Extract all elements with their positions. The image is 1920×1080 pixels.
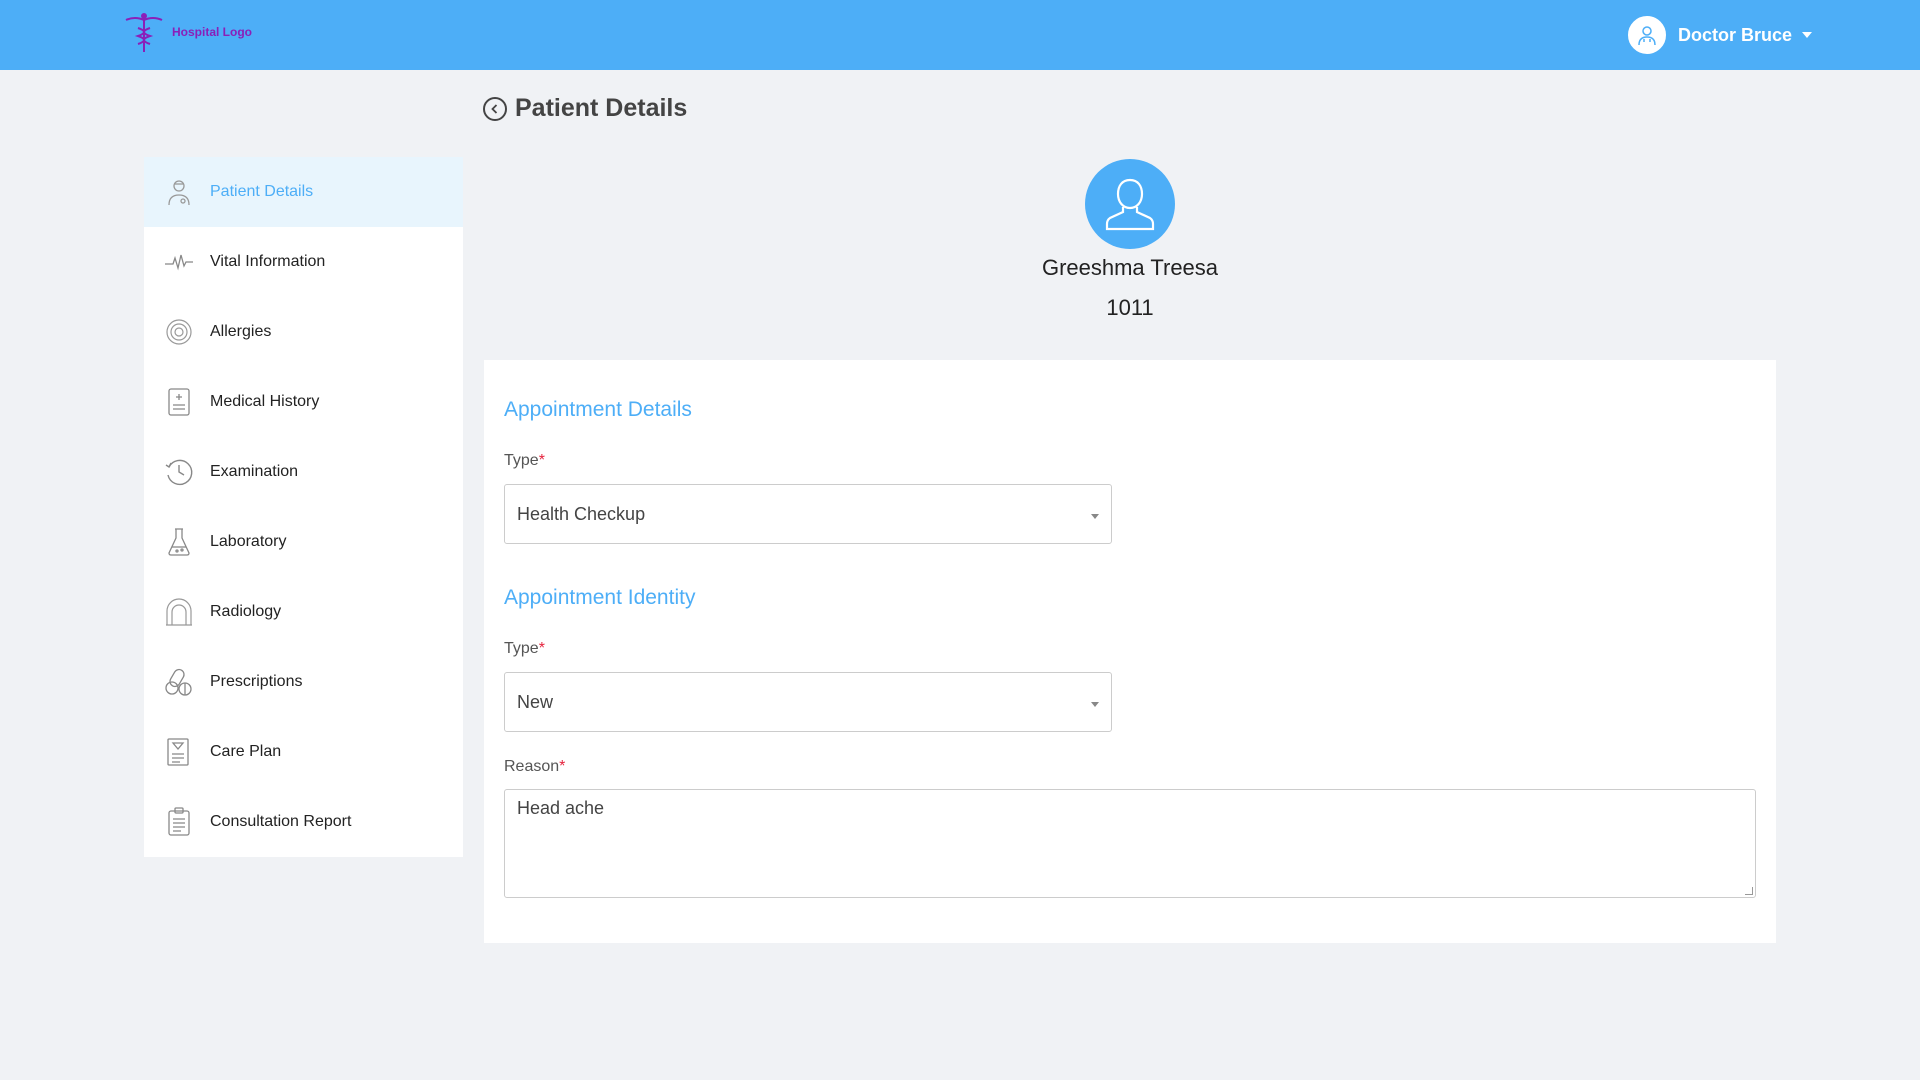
- hospital-logo[interactable]: Hospital Logo: [122, 10, 252, 54]
- chevron-down-icon: [1802, 32, 1813, 38]
- back-button[interactable]: [483, 96, 507, 121]
- sidebar-item-label: Allergies: [210, 323, 272, 340]
- required-marker: *: [538, 640, 545, 657]
- sidebar-item-prescriptions[interactable]: Prescriptions: [144, 647, 463, 717]
- sidebar-item-radiology[interactable]: Radiology: [144, 577, 463, 647]
- reason-label-text: Reason: [504, 758, 560, 775]
- identity-type-label: Type*: [504, 640, 545, 658]
- logo-text: Hospital Logo: [172, 25, 252, 39]
- user-menu[interactable]: Doctor Bruce: [1628, 16, 1813, 54]
- appointment-details-title: Appointment Details: [504, 398, 692, 421]
- reason-label: Reason*: [504, 758, 565, 776]
- sidebar-item-label: Vital Information: [210, 253, 326, 270]
- page-header: Patient Details: [483, 94, 687, 123]
- appointment-type-value: Health Checkup: [517, 503, 646, 524]
- user-name: Doctor Bruce: [1678, 24, 1793, 45]
- identity-type-value: New: [517, 691, 554, 712]
- sidebar: Patient Details Vital Information Allerg…: [144, 157, 463, 857]
- patient-name: Greeshma Treesa: [1041, 255, 1219, 280]
- sidebar-item-care-plan[interactable]: Care Plan: [144, 717, 463, 787]
- required-marker: *: [559, 758, 566, 775]
- resize-handle[interactable]: [1745, 887, 1753, 895]
- sidebar-item-label: Laboratory: [210, 533, 287, 550]
- sidebar-item-label: Radiology: [210, 603, 282, 620]
- reason-value: Head ache: [517, 798, 605, 818]
- sidebar-item-medical-history[interactable]: Medical History: [144, 367, 463, 437]
- page-title: Patient Details: [515, 94, 688, 122]
- sidebar-item-label: Examination: [210, 463, 299, 480]
- sidebar-item-label: Consultation Report: [210, 813, 352, 830]
- type-label-text: Type: [504, 452, 539, 469]
- clock-history-icon: [164, 457, 194, 487]
- sidebar-item-allergies[interactable]: Allergies: [144, 297, 463, 367]
- sidebar-item-label: Prescriptions: [210, 673, 303, 690]
- required-marker: *: [538, 452, 545, 469]
- care-plan-icon: [164, 737, 194, 767]
- sidebar-item-label: Care Plan: [210, 743, 282, 760]
- appointment-card: Appointment Details Type* Health Checkup…: [484, 360, 1776, 943]
- sidebar-item-examination[interactable]: Examination: [144, 437, 463, 507]
- sidebar-item-label: Medical History: [210, 393, 320, 410]
- sidebar-item-label: Patient Details: [210, 183, 314, 200]
- caret-down-icon: [1091, 514, 1099, 519]
- user-icon: [1105, 178, 1155, 231]
- reason-textarea[interactable]: Head ache: [504, 789, 1756, 898]
- appointment-identity-title: Appointment Identity: [504, 586, 696, 609]
- pills-icon: [164, 667, 194, 697]
- pulse-icon: [164, 247, 194, 277]
- sidebar-item-patient-details[interactable]: Patient Details: [144, 157, 463, 227]
- patient-avatar: [1085, 159, 1175, 249]
- type-label: Type*: [504, 452, 545, 470]
- identity-type-select[interactable]: New: [504, 672, 1112, 732]
- doctor-avatar-icon: [1628, 16, 1666, 54]
- identity-type-label-text: Type: [504, 640, 539, 657]
- clipboard-icon: [164, 807, 194, 837]
- radiology-icon: [164, 597, 194, 627]
- patient-id: 1011: [1106, 295, 1154, 320]
- patient-profile: Greeshma Treesa 1011: [484, 159, 1776, 321]
- caret-down-icon: [1091, 702, 1099, 707]
- caduceus-icon: [125, 13, 163, 52]
- top-navbar: Hospital Logo Doctor Bruce: [0, 0, 1920, 70]
- sidebar-item-vital-information[interactable]: Vital Information: [144, 227, 463, 297]
- document-icon: [164, 387, 194, 417]
- sidebar-item-laboratory[interactable]: Laboratory: [144, 507, 463, 577]
- appointment-type-select[interactable]: Health Checkup: [504, 484, 1112, 544]
- chevron-left-icon: [491, 103, 498, 114]
- flask-icon: [164, 527, 194, 557]
- doctor-icon: [164, 177, 194, 207]
- sidebar-item-consultation-report[interactable]: Consultation Report: [144, 787, 463, 857]
- fingerprint-icon: [164, 317, 194, 347]
